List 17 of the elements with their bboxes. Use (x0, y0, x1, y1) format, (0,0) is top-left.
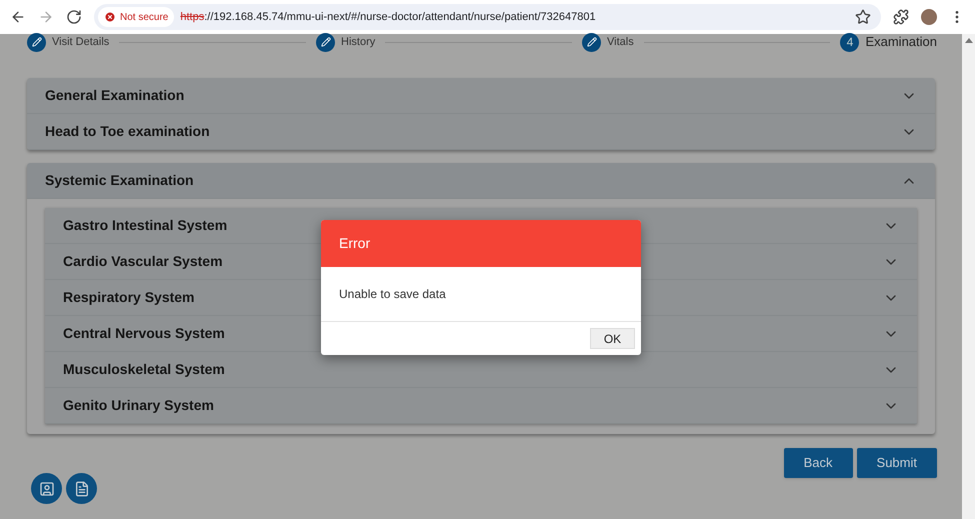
step-label: Visit Details (52, 34, 110, 50)
url-text: https://192.168.45.74/mmu-ui-next/#/nurse-doctor/attendant/nurse/patient/732647801 (180, 10, 596, 25)
step-label: Examination (865, 33, 937, 52)
section-title: Head to Toe examination (45, 122, 210, 141)
section-title: Respiratory System (63, 288, 195, 307)
section-title: Central Nervous System (63, 324, 225, 343)
section-title: Genito Urinary System (63, 396, 214, 415)
step-label: Vitals (607, 34, 634, 50)
section-title: Gastro Intestinal System (63, 216, 228, 235)
step-label: History (341, 34, 376, 50)
section-title: Systemic Examination (45, 171, 194, 190)
section-title: General Examination (45, 86, 184, 105)
dialog-message: Unable to save data (339, 286, 446, 303)
dialog-title: Error (339, 234, 370, 253)
section-title: Cardio Vascular System (63, 252, 223, 271)
step-number: 4 (840, 32, 860, 52)
section-title: Musculoskeletal System (63, 360, 225, 379)
